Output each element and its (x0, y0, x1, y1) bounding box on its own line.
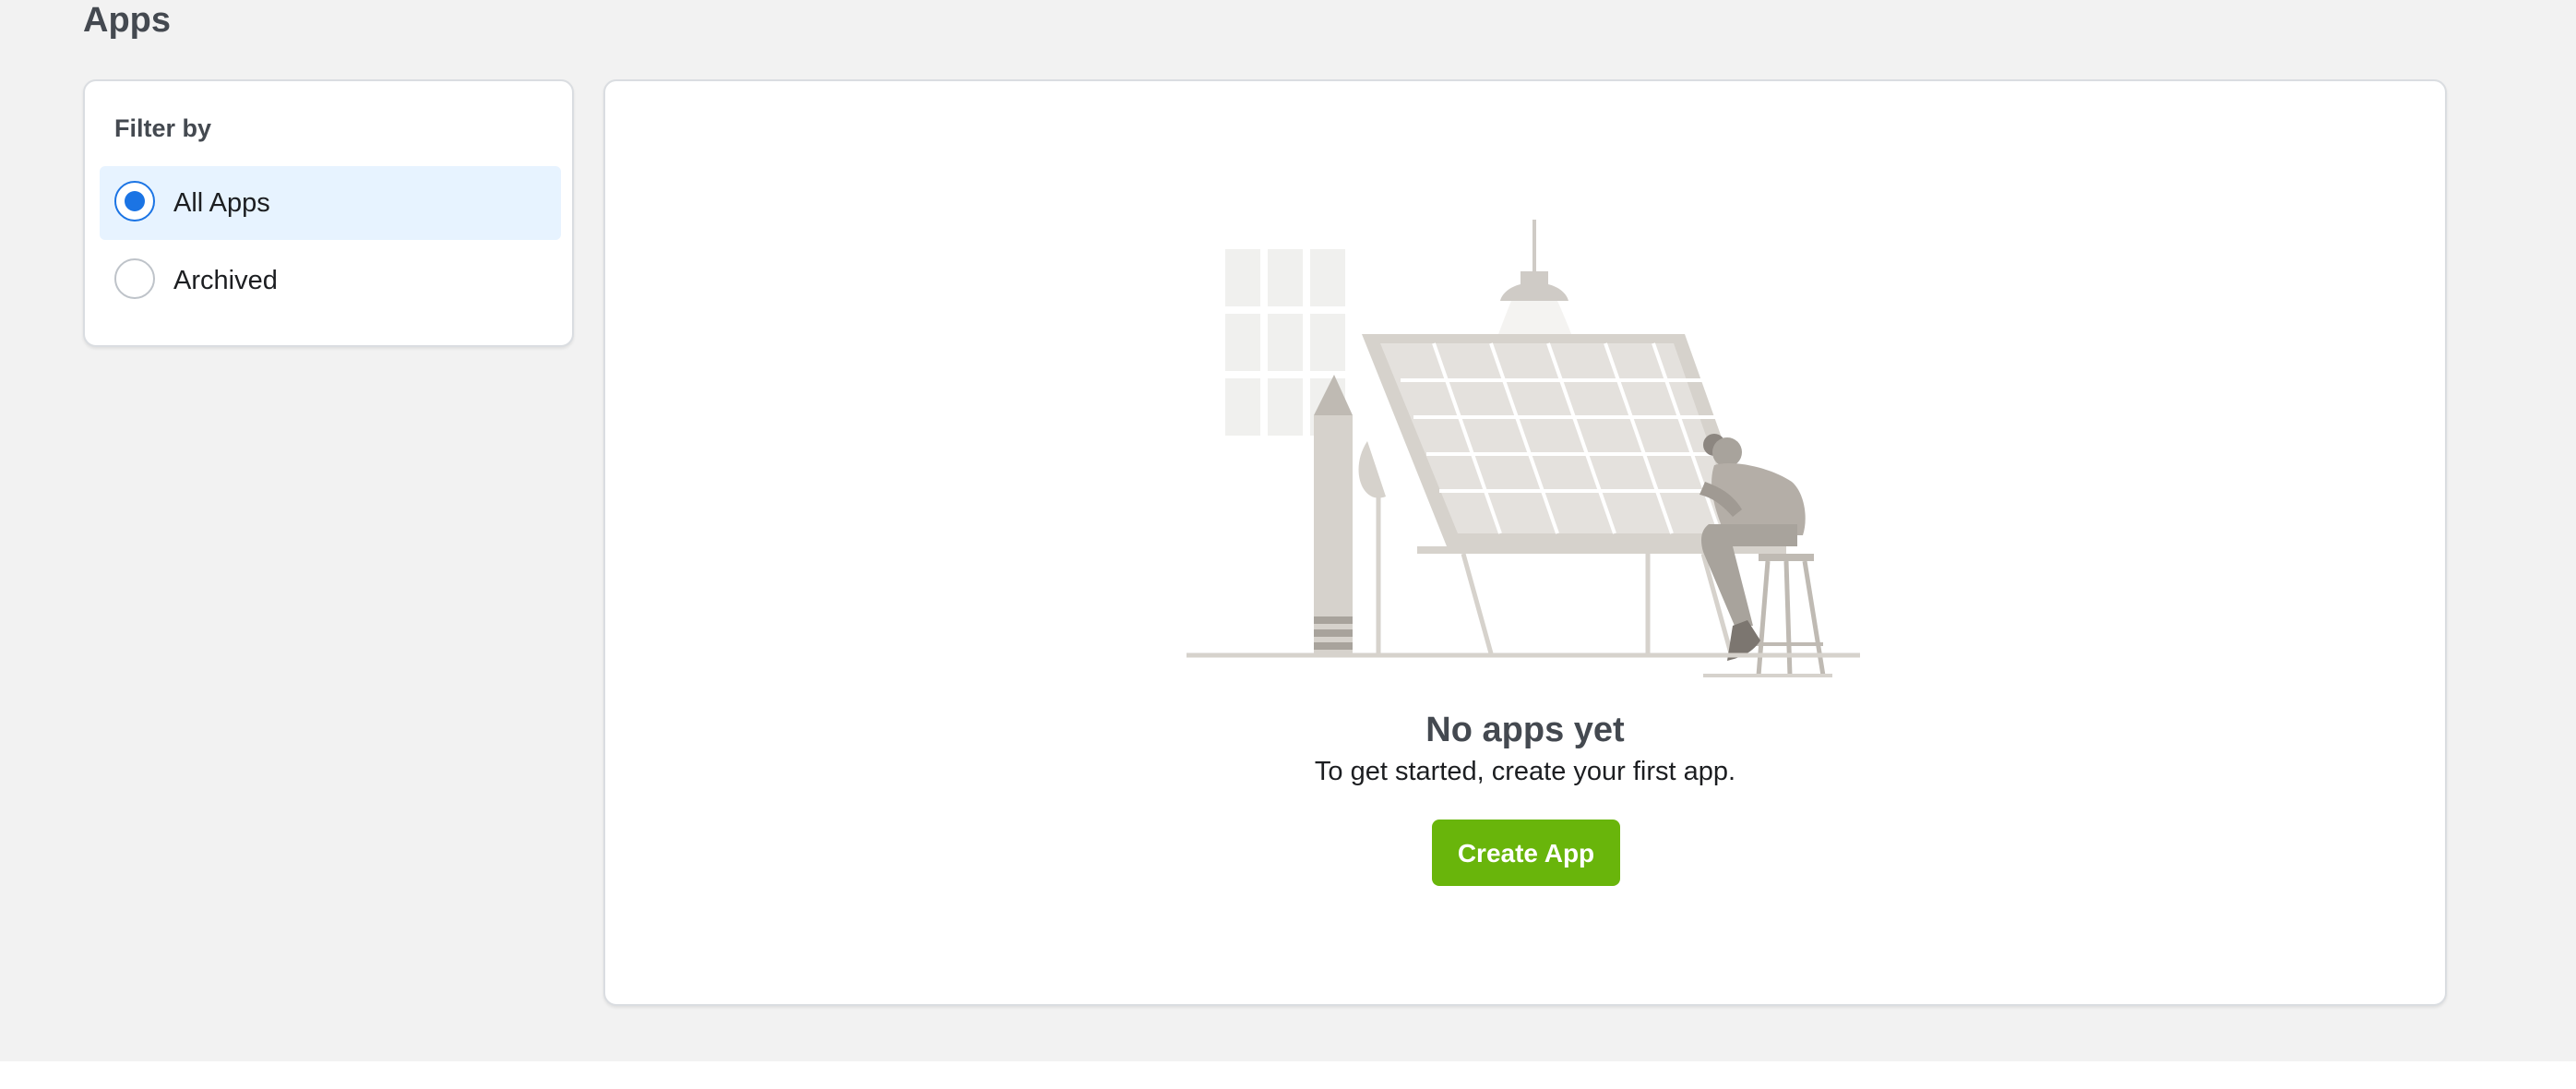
filter-panel: Filter by All Apps Archived (83, 79, 574, 347)
empty-state-title: No apps yet (1425, 711, 1625, 749)
page-title: Apps (83, 1, 171, 40)
page-footer-strip (0, 1061, 2576, 1089)
radio-selected-dot (125, 191, 145, 211)
apps-page: Apps Filter by All Apps Archived No apps… (0, 0, 2576, 1089)
empty-state-subtitle: To get started, create your first app. (1314, 757, 1736, 786)
empty-state-illustration (1187, 220, 1860, 677)
radio-archived[interactable] (114, 258, 155, 299)
radio-all-apps[interactable] (114, 181, 155, 221)
filter-option-archived[interactable]: Archived (100, 244, 561, 317)
filter-option-label: All Apps (173, 188, 270, 218)
create-app-button[interactable]: Create App (1432, 820, 1620, 886)
filter-option-label: Archived (173, 266, 278, 295)
filter-heading: Filter by (114, 114, 212, 142)
person-illustration (1699, 434, 1826, 676)
filter-option-all-apps[interactable]: All Apps (100, 166, 561, 240)
pencil-illustration (1314, 375, 1353, 657)
apps-content-panel: No apps yet To get started, create your … (603, 79, 2447, 1006)
